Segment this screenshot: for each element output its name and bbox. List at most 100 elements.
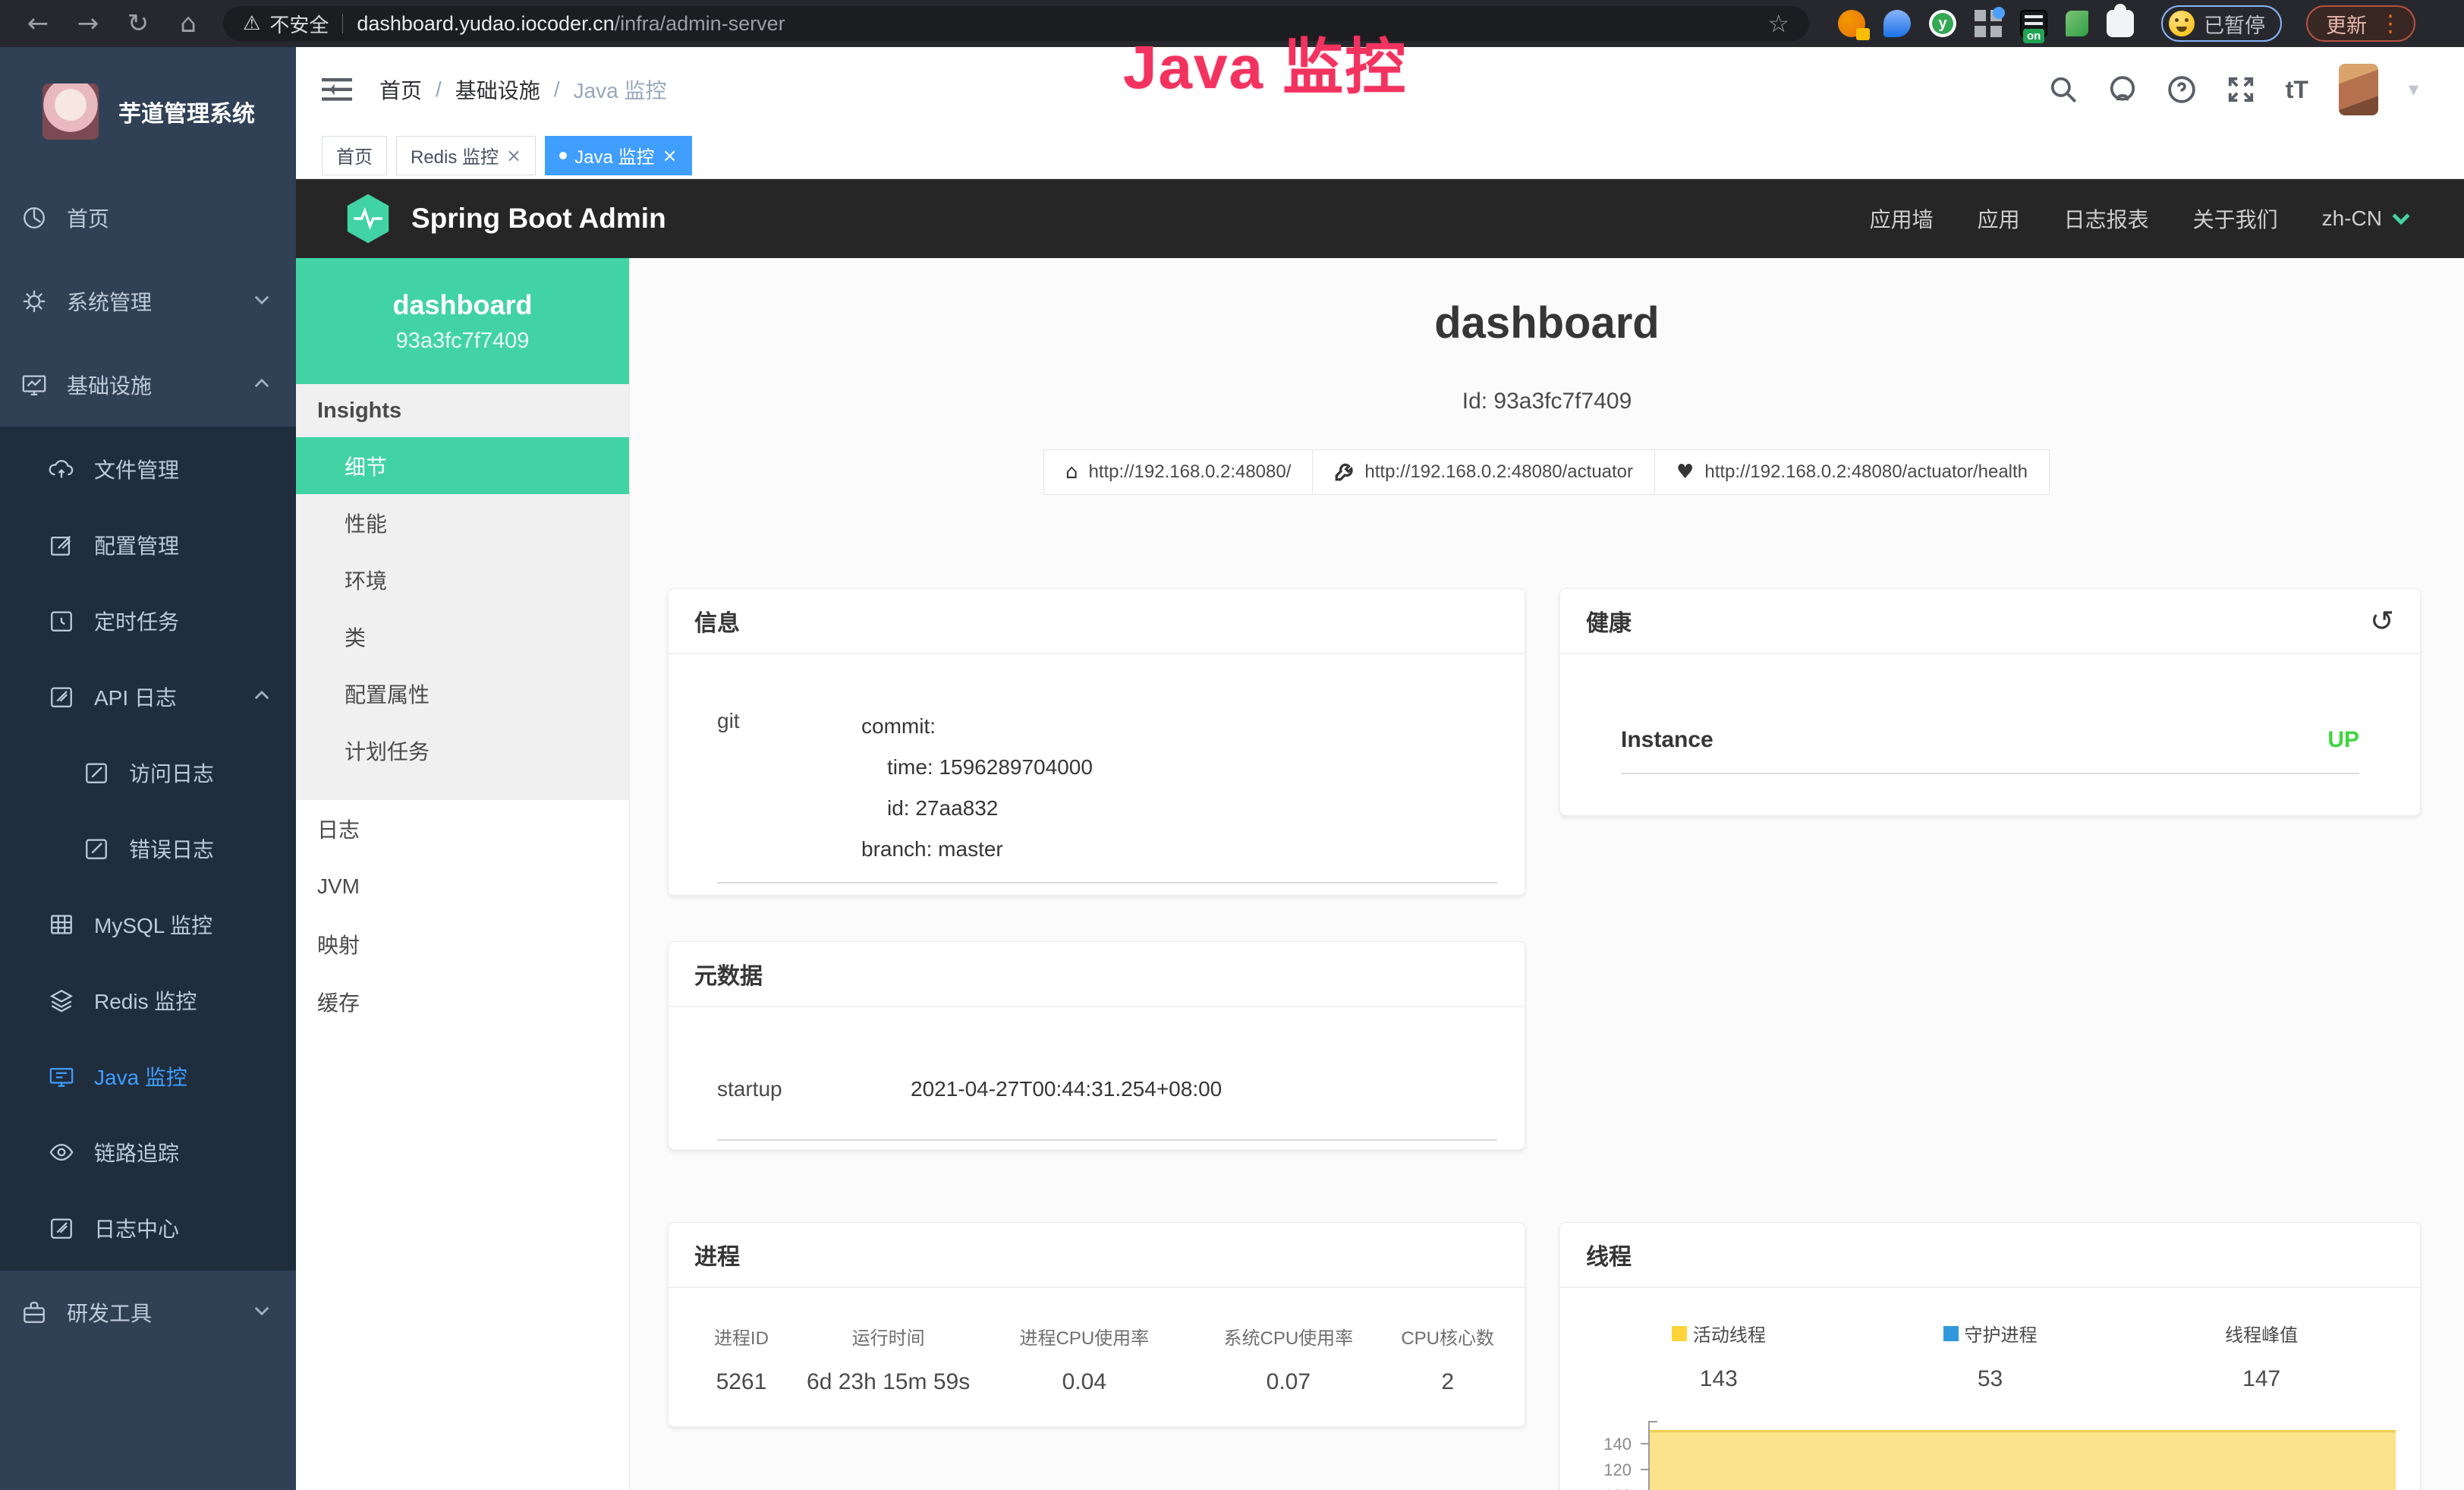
sidebar-item-tracing[interactable]: 链路追踪: [0, 1114, 296, 1190]
sba-nav-applications[interactable]: 应用: [1978, 203, 2020, 234]
browser-forward-icon[interactable]: →: [67, 8, 109, 39]
browser-update-button[interactable]: 更新 ⋮: [2306, 5, 2415, 42]
sidebar-item-access-logs[interactable]: 访问日志: [0, 735, 296, 811]
breadcrumb: 首页 / 基础设施 / Java 监控: [379, 74, 667, 105]
threads-legend-values: 143 53 147: [1583, 1366, 2397, 1392]
sidebar-item-config-management[interactable]: 配置管理: [0, 507, 296, 583]
breadcrumb-home[interactable]: 首页: [379, 74, 422, 105]
sidebar-item-log-center[interactable]: 日志中心: [0, 1190, 296, 1266]
health-url-button[interactable]: ♥ http://192.168.0.2:48080/actuator/heal…: [1654, 449, 2050, 495]
sidebar-item-api-logs[interactable]: API 日志: [0, 659, 296, 735]
peak-threads-value: 147: [2126, 1366, 2397, 1392]
menu-item-scheduled-tasks[interactable]: 计划任务: [296, 722, 629, 779]
menu-item-classes[interactable]: 类: [296, 608, 629, 665]
tab-close-icon[interactable]: ×: [662, 145, 678, 166]
address-bar[interactable]: ⚠ 不安全 dashboard.yudao.iocoder.cn /infra/…: [223, 6, 1809, 41]
menu-item-config-props[interactable]: 配置属性: [296, 665, 629, 722]
tab-close-icon[interactable]: ×: [506, 145, 521, 166]
sidebar-item-label: 配置管理: [94, 530, 179, 560]
sba-locale-select[interactable]: zh-CN: [2322, 206, 2411, 231]
extension-list-icon[interactable]: on: [2020, 10, 2047, 37]
metadata-row-label: startup: [717, 1077, 911, 1101]
sidebar-item-system[interactable]: 系统管理: [0, 260, 296, 343]
fullscreen-icon[interactable]: [2226, 75, 2255, 104]
browser-home-icon[interactable]: ⌂: [167, 8, 209, 39]
y-axis-cap: [1648, 1421, 1657, 1422]
instance-header[interactable]: dashboard 93a3fc7f7409: [296, 258, 629, 384]
github-icon[interactable]: [2108, 75, 2137, 104]
tab-label: Redis 监控: [411, 142, 499, 169]
locale-value: zh-CN: [2322, 206, 2382, 231]
log-edit-icon: [49, 1215, 74, 1241]
bookmark-star-icon[interactable]: ☆: [1767, 9, 1789, 38]
menu-item-logs[interactable]: 日志: [296, 800, 629, 858]
main-column: 首页 / 基础设施 / Java 监控 tT ▾ 首页 Redis 监控: [296, 47, 2464, 1490]
health-instance-row[interactable]: Instance UP: [1621, 727, 2359, 753]
extension-leaf-icon[interactable]: [2066, 11, 2088, 36]
sba-nav-about[interactable]: 关于我们: [2193, 203, 2278, 234]
info-card: 信息 git commit: time: 1596289704000 id: 2…: [668, 588, 1525, 896]
search-icon[interactable]: [2049, 75, 2078, 104]
hamburger-icon[interactable]: [322, 77, 352, 102]
infrastructure-submenu: 文件管理 配置管理 定时任务 API 日志 访问日志 错误日志: [0, 427, 296, 1271]
avatar-caret-icon[interactable]: ▾: [2409, 78, 2418, 101]
legend-label: 活动线程: [1693, 1320, 1766, 1347]
profile-paused-button[interactable]: 已暂停: [2161, 5, 2282, 42]
sidebar-item-infrastructure[interactable]: 基础设施: [0, 343, 296, 427]
column-header: CPU核心数: [1390, 1323, 1505, 1350]
locale-caret-icon: [2391, 209, 2411, 228]
extensions-puzzle-icon[interactable]: [2107, 10, 2134, 37]
threads-card-body: 活动线程 守护进程 线程峰值 143 53: [1560, 1288, 2420, 1490]
app-frame: 芋道管理系统 首页 系统管理 基础设施 文件管理 配置管理: [0, 47, 2464, 1490]
history-icon[interactable]: ↺: [2370, 604, 2394, 638]
menu-item-metrics[interactable]: 性能: [296, 494, 629, 551]
chevron-down-icon: [253, 1303, 270, 1319]
y-axis-tick: 140: [1583, 1435, 1632, 1454]
sidebar-item-home[interactable]: 首页: [0, 176, 296, 260]
health-card: 健康 ↺ Instance UP: [1559, 588, 2421, 816]
browser-reload-icon[interactable]: ↻: [117, 8, 159, 39]
breadcrumb-infrastructure[interactable]: 基础设施: [455, 74, 540, 105]
health-row-label: Instance: [1621, 727, 1713, 753]
spring-boot-admin-logo[interactable]: [345, 193, 392, 244]
tab-home[interactable]: 首页: [322, 136, 387, 175]
menu-item-caches[interactable]: 缓存: [296, 973, 629, 1031]
info-row-label: git: [717, 706, 861, 870]
browser-back-icon[interactable]: ←: [17, 8, 59, 39]
menu-item-jvm[interactable]: JVM: [296, 858, 629, 915]
sidebar-item-java-monitor[interactable]: Java 监控: [0, 1038, 296, 1114]
insights-section: Insights 细节 性能 环境 类 配置属性 计划任务: [296, 384, 629, 800]
log-edit-icon: [83, 760, 109, 786]
metadata-card: 元数据 startup 2021-04-27T00:44:31.254+08:0…: [668, 941, 1525, 1150]
sidebar-item-mysql-monitor[interactable]: MySQL 监控: [0, 887, 296, 962]
font-size-icon[interactable]: tT: [2286, 76, 2308, 104]
sba-nav-journal[interactable]: 日志报表: [2064, 203, 2149, 234]
extension-y-icon[interactable]: y: [1929, 10, 1956, 37]
insecure-warning-icon[interactable]: ⚠: [243, 12, 260, 35]
tab-java-monitor[interactable]: Java 监控 ×: [545, 136, 691, 175]
menu-item-environment[interactable]: 环境: [296, 551, 629, 608]
sidebar-item-error-logs[interactable]: 错误日志: [0, 811, 296, 887]
service-url-button[interactable]: ⌂ http://192.168.0.2:48080/: [1043, 449, 1313, 495]
sba-brand-title[interactable]: Spring Boot Admin: [411, 203, 666, 235]
sidebar-item-file-management[interactable]: 文件管理: [0, 431, 296, 507]
sidebar-item-label: 首页: [67, 203, 109, 233]
url-path: /infra/admin-server: [615, 12, 785, 36]
actuator-url-button[interactable]: http://192.168.0.2:48080/actuator: [1312, 449, 1655, 495]
menu-item-mappings[interactable]: 映射: [296, 915, 629, 973]
sidebar-item-redis-monitor[interactable]: Redis 监控: [0, 962, 296, 1038]
extension-grid-icon[interactable]: [1975, 10, 2002, 37]
browser-menu-kebab-icon[interactable]: ⋮: [2379, 11, 2402, 37]
user-avatar[interactable]: [2339, 64, 2378, 115]
sidebar-item-scheduled-jobs[interactable]: 定时任务: [0, 583, 296, 659]
tab-redis-monitor[interactable]: Redis 监控 ×: [396, 136, 536, 175]
menu-item-details[interactable]: 细节: [296, 437, 629, 494]
help-icon[interactable]: [2167, 75, 2196, 104]
sidebar-item-dev-tools[interactable]: 研发工具: [0, 1271, 296, 1354]
sba-nav-wallboard[interactable]: 应用墙: [1870, 203, 1934, 234]
extension-pin-icon[interactable]: [1883, 10, 1911, 37]
address-divider: [342, 14, 343, 33]
app-logo-row[interactable]: 芋道管理系统: [0, 47, 296, 176]
sba-nav: 应用墙 应用 日志报表 关于我们 zh-CN: [1870, 203, 2411, 234]
extension-orange-icon[interactable]: [1838, 10, 1865, 37]
